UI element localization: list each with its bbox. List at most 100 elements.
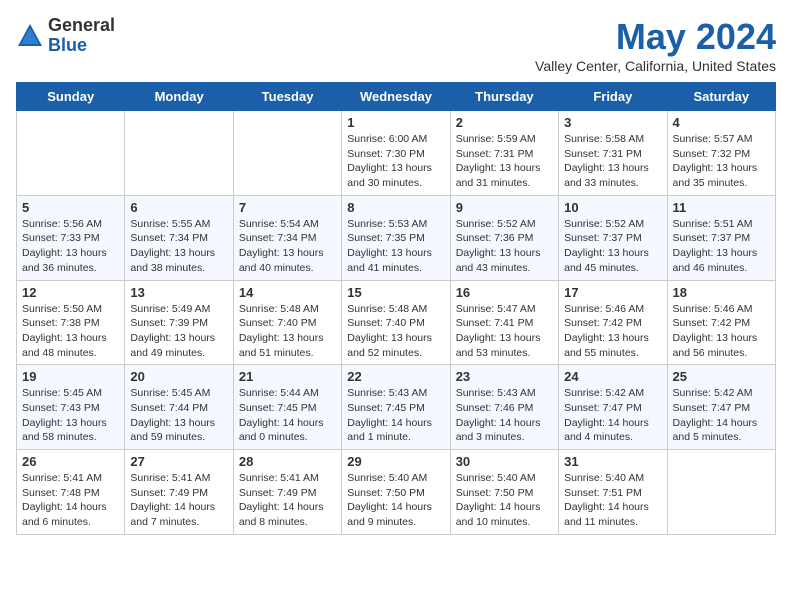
day-number: 15 [347,285,444,300]
day-number: 31 [564,454,661,469]
calendar-day-cell: 11 Sunrise: 5:51 AMSunset: 7:37 PMDayligh… [667,195,775,280]
day-info: Sunrise: 5:44 AMSunset: 7:45 PMDaylight:… [239,386,336,445]
day-number: 19 [22,369,119,384]
day-number: 29 [347,454,444,469]
calendar-day-cell [233,111,341,196]
daylight-hours: Daylight: 13 hours [130,247,215,259]
calendar-week-row: 19 Sunrise: 5:45 AMSunset: 7:43 PMDayligh… [17,365,776,450]
daylight-hours: Daylight: 14 hours [22,501,107,513]
weekday-header-row: SundayMondayTuesdayWednesdayThursdayFrid… [17,83,776,111]
calendar-week-row: 5 Sunrise: 5:56 AMSunset: 7:33 PMDaylight… [17,195,776,280]
day-number: 9 [456,200,553,215]
calendar-day-cell: 30Sunrise: 5:40 AMSunset: 7:50 PMDayligh… [450,450,558,535]
day-number: 7 [239,200,336,215]
daylight-hours: Daylight: 13 hours [130,417,215,429]
day-info: Sunrise: 5:40 AMSunset: 7:50 PMDaylight:… [347,471,444,530]
day-info: Sunrise: 5:41 AMSunset: 7:48 PMDaylight:… [22,471,119,530]
day-number: 5 [22,200,119,215]
calendar-day-cell: 31 Sunrise: 5:40 AMSunset: 7:51 PMDayligh… [559,450,667,535]
logo-general: General [48,15,115,35]
daylight-hours: Daylight: 13 hours [347,332,432,344]
calendar-day-cell: 20Sunrise: 5:45 AMSunset: 7:44 PMDayligh… [125,365,233,450]
daylight-hours: Daylight: 14 hours [130,501,215,513]
calendar-day-cell: 25 Sunrise: 5:42 AMSunset: 7:47 PMDayligh… [667,365,775,450]
day-number: 26 [22,454,119,469]
day-info: Sunrise: 5:55 AMSunset: 7:34 PMDaylight:… [130,217,227,276]
day-info: Sunrise: 5:46 AMSunset: 7:42 PMDaylight:… [564,302,661,361]
day-number: 17 [564,285,661,300]
day-number: 11 [673,200,770,215]
day-number: 10 [564,200,661,215]
day-info: Sunrise: 5:50 AMSunset: 7:38 PMDaylight:… [22,302,119,361]
calendar-day-cell: 14 Sunrise: 5:48 AMSunset: 7:40 PMDayligh… [233,280,341,365]
calendar-day-cell: 1 Sunrise: 6:00 AMSunset: 7:30 PMDaylight… [342,111,450,196]
calendar-day-cell [17,111,125,196]
calendar-day-cell: 29 Sunrise: 5:40 AMSunset: 7:50 PMDayligh… [342,450,450,535]
calendar-day-cell: 16Sunrise: 5:47 AMSunset: 7:41 PMDayligh… [450,280,558,365]
daylight-hours: Daylight: 14 hours [673,417,758,429]
day-info: Sunrise: 5:54 AMSunset: 7:34 PMDaylight:… [239,217,336,276]
calendar-day-cell: 13 Sunrise: 5:49 AMSunset: 7:39 PMDayligh… [125,280,233,365]
day-info: Sunrise: 5:49 AMSunset: 7:39 PMDaylight:… [130,302,227,361]
calendar-day-cell: 23Sunrise: 5:43 AMSunset: 7:46 PMDayligh… [450,365,558,450]
calendar-day-cell: 4Sunrise: 5:57 AMSunset: 7:32 PMDaylight… [667,111,775,196]
daylight-hours: Daylight: 13 hours [564,162,649,174]
daylight-hours: Daylight: 14 hours [564,501,649,513]
day-number: 6 [130,200,227,215]
day-info: Sunrise: 5:43 AMSunset: 7:45 PMDaylight:… [347,386,444,445]
daylight-hours: Daylight: 13 hours [564,332,649,344]
calendar-day-cell: 9Sunrise: 5:52 AMSunset: 7:36 PMDaylight… [450,195,558,280]
calendar-day-cell: 18Sunrise: 5:46 AMSunset: 7:42 PMDayligh… [667,280,775,365]
day-number: 27 [130,454,227,469]
day-number: 8 [347,200,444,215]
day-info: Sunrise: 5:43 AMSunset: 7:46 PMDaylight:… [456,386,553,445]
day-info: Sunrise: 6:00 AMSunset: 7:30 PMDaylight:… [347,132,444,191]
calendar-day-cell [667,450,775,535]
day-number: 14 [239,285,336,300]
day-info: Sunrise: 5:56 AMSunset: 7:33 PMDaylight:… [22,217,119,276]
day-number: 1 [347,115,444,130]
calendar-day-cell: 27Sunrise: 5:41 AMSunset: 7:49 PMDayligh… [125,450,233,535]
day-info: Sunrise: 5:46 AMSunset: 7:42 PMDaylight:… [673,302,770,361]
weekday-header-sunday: Sunday [17,83,125,111]
calendar-week-row: 1 Sunrise: 6:00 AMSunset: 7:30 PMDaylight… [17,111,776,196]
day-info: Sunrise: 5:51 AMSunset: 7:37 PMDaylight:… [673,217,770,276]
day-number: 13 [130,285,227,300]
calendar-day-cell: 15Sunrise: 5:48 AMSunset: 7:40 PMDayligh… [342,280,450,365]
day-info: Sunrise: 5:58 AMSunset: 7:31 PMDaylight:… [564,132,661,191]
weekday-header-saturday: Saturday [667,83,775,111]
day-info: Sunrise: 5:59 AMSunset: 7:31 PMDaylight:… [456,132,553,191]
weekday-header-thursday: Thursday [450,83,558,111]
day-number: 28 [239,454,336,469]
day-number: 25 [673,369,770,384]
daylight-hours: Daylight: 14 hours [239,501,324,513]
daylight-hours: Daylight: 13 hours [456,162,541,174]
day-number: 21 [239,369,336,384]
daylight-hours: Daylight: 13 hours [347,162,432,174]
calendar-day-cell: 2 Sunrise: 5:59 AMSunset: 7:31 PMDaylight… [450,111,558,196]
calendar-week-row: 12Sunrise: 5:50 AMSunset: 7:38 PMDayligh… [17,280,776,365]
calendar-day-cell: 7 Sunrise: 5:54 AMSunset: 7:34 PMDaylight… [233,195,341,280]
day-info: Sunrise: 5:40 AMSunset: 7:51 PMDaylight:… [564,471,661,530]
daylight-hours: Daylight: 13 hours [22,417,107,429]
day-info: Sunrise: 5:45 AMSunset: 7:43 PMDaylight:… [22,386,119,445]
daylight-hours: Daylight: 13 hours [130,332,215,344]
daylight-hours: Daylight: 14 hours [456,417,541,429]
day-number: 22 [347,369,444,384]
day-info: Sunrise: 5:42 AMSunset: 7:47 PMDaylight:… [564,386,661,445]
day-number: 2 [456,115,553,130]
logo-text: General Blue [48,16,115,56]
day-info: Sunrise: 5:48 AMSunset: 7:40 PMDaylight:… [239,302,336,361]
weekday-header-friday: Friday [559,83,667,111]
page-header: General Blue May 2024 Valley Center, Cal… [16,16,776,74]
day-info: Sunrise: 5:40 AMSunset: 7:50 PMDaylight:… [456,471,553,530]
daylight-hours: Daylight: 14 hours [239,417,324,429]
logo-blue: Blue [48,35,87,55]
daylight-hours: Daylight: 13 hours [456,247,541,259]
calendar-day-cell: 24Sunrise: 5:42 AMSunset: 7:47 PMDayligh… [559,365,667,450]
day-info: Sunrise: 5:52 AMSunset: 7:37 PMDaylight:… [564,217,661,276]
daylight-hours: Daylight: 14 hours [564,417,649,429]
day-info: Sunrise: 5:53 AMSunset: 7:35 PMDaylight:… [347,217,444,276]
day-info: Sunrise: 5:42 AMSunset: 7:47 PMDaylight:… [673,386,770,445]
daylight-hours: Daylight: 13 hours [22,332,107,344]
